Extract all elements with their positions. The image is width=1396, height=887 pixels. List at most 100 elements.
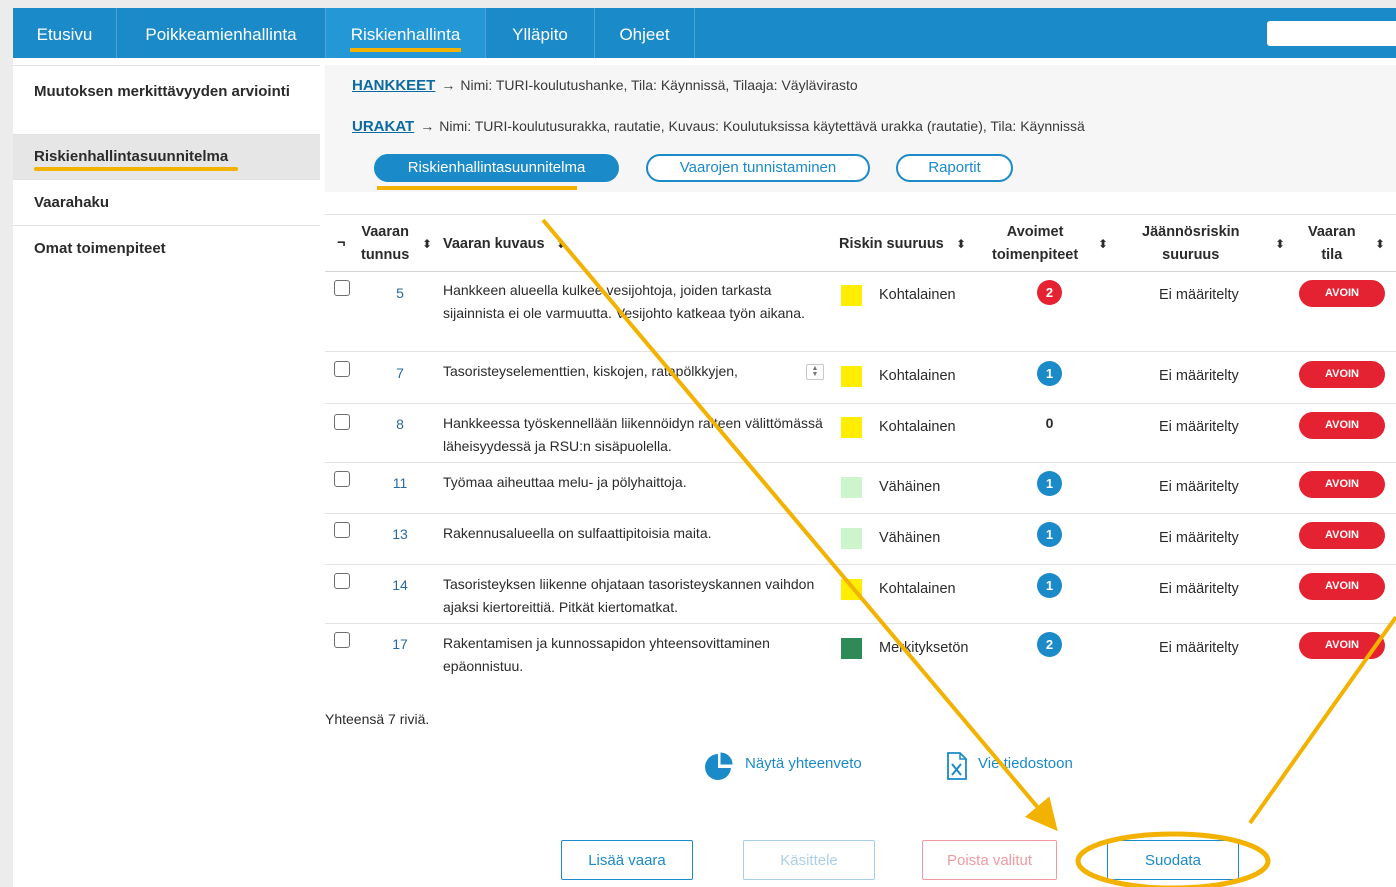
hazard-id[interactable]: 17: [385, 636, 415, 652]
row-checkbox[interactable]: [334, 471, 350, 487]
sidebar-item-vaarahaku[interactable]: Vaarahaku: [13, 180, 320, 226]
row-checkbox[interactable]: [334, 414, 350, 430]
status-badge[interactable]: AVOIN: [1299, 280, 1385, 307]
sidebar: Muutoksen merkittävyyden arviointi Riski…: [13, 65, 320, 272]
sidebar-item-muutoksen-merkittavyys[interactable]: Muutoksen merkittävyyden arviointi: [13, 65, 320, 135]
risk-severity: Kohtalainen: [879, 368, 956, 384]
row-checkbox[interactable]: [334, 632, 350, 648]
table-row[interactable]: 17 Rakentamisen ja kunnossapidon yhteens…: [325, 624, 1396, 686]
sort-icon[interactable]: ⬍: [1275, 237, 1285, 251]
show-summary-label: Näytä yhteenveto: [745, 755, 862, 772]
open-actions-badge[interactable]: 1: [1037, 471, 1062, 496]
risk-severity: Kohtalainen: [879, 287, 956, 303]
sort-icon[interactable]: ⬍: [1375, 237, 1385, 251]
table-row[interactable]: 7 Tasoristeyselementtien, kiskojen, rata…: [325, 352, 1396, 404]
hazard-id[interactable]: 5: [385, 285, 415, 301]
hazard-id[interactable]: 13: [385, 526, 415, 542]
resize-spinner[interactable]: ▲ ▼: [806, 364, 824, 380]
sidebar-item-omat-toimenpiteet[interactable]: Omat toimenpiteet: [13, 226, 320, 272]
residual-risk: Ei määritelty: [1159, 287, 1239, 303]
search-input[interactable]: [1267, 21, 1396, 46]
nav-label: Ohjeet: [619, 25, 670, 44]
header-avoimet-toimenpiteet[interactable]: Avoimet toimenpiteet: [992, 221, 1078, 267]
add-hazard-button[interactable]: Lisää vaara: [561, 840, 693, 880]
table-row[interactable]: 11 Työmaa aiheuttaa melu- ja pölyhaittoj…: [325, 463, 1396, 514]
sort-icon[interactable]: ⬍: [556, 237, 566, 251]
header-vaaran-tunnus[interactable]: Vaaran tunnus: [361, 221, 409, 267]
open-actions-badge[interactable]: 1: [1037, 573, 1062, 598]
tab-riskienhallintasuunnitelma[interactable]: Riskienhallintasuunnitelma: [374, 154, 619, 182]
sort-icon[interactable]: ⬍: [956, 237, 966, 251]
hazard-description: Hankkeen alueella kulkee vesijohtoja, jo…: [443, 282, 805, 321]
residual-risk: Ei määritelty: [1159, 479, 1239, 495]
hazard-id[interactable]: 11: [385, 475, 415, 491]
status-badge[interactable]: AVOIN: [1299, 471, 1385, 498]
hazard-id[interactable]: 14: [385, 577, 415, 593]
status-badge[interactable]: AVOIN: [1299, 522, 1385, 549]
status-badge[interactable]: AVOIN: [1299, 632, 1385, 659]
nav-label: Ylläpito: [512, 25, 568, 44]
breadcrumb-urakat: URAKAT → Nimi: TURI-koulutusurakka, rautat…: [352, 118, 1085, 135]
row-checkbox[interactable]: [334, 280, 350, 296]
status-badge[interactable]: AVOIN: [1299, 412, 1385, 439]
nav-poikkeamienhallinta[interactable]: Poikkeamienhallinta: [117, 8, 326, 58]
sidebar-item-label: Riskienhallintasuunnitelma: [34, 148, 229, 165]
row-checkbox[interactable]: [334, 522, 350, 538]
hazard-description: Tasoristeyselementtien, kiskojen, ratapö…: [443, 363, 738, 379]
nav-yllapito[interactable]: Ylläpito: [486, 8, 595, 58]
urakat-link[interactable]: URAKAT: [352, 118, 414, 135]
table-row[interactable]: 14 Tasoristeyksen liikenne ohjataan taso…: [325, 565, 1396, 624]
arrow-right-icon: →: [441, 77, 456, 93]
nav-label: Riskienhallinta: [349, 8, 461, 61]
header-jaannosriskin-suuruus[interactable]: Jäännösriskin suuruus: [1142, 221, 1240, 267]
nav-ohjeet[interactable]: Ohjeet: [595, 8, 695, 58]
header-line: Jäännösriskin: [1142, 224, 1240, 240]
sidebar-item-label: Omat toimenpiteet: [34, 240, 166, 257]
header-riskin-suuruus[interactable]: Riskin suuruus: [839, 233, 944, 256]
open-actions-badge[interactable]: 2: [1037, 280, 1062, 305]
open-actions-badge[interactable]: 1: [1037, 522, 1062, 547]
row-checkbox[interactable]: [334, 361, 350, 377]
residual-risk: Ei määritelty: [1159, 640, 1239, 656]
hazard-description: Tasoristeyksen liikenne ohjataan tasoris…: [443, 576, 815, 615]
sidebar-item-label: Vaarahaku: [34, 194, 110, 211]
table-row[interactable]: 8 Hankkeessa työskennellään liikennöidyn…: [325, 404, 1396, 463]
tab-vaarojen-tunnistaminen[interactable]: Vaarojen tunnistaminen: [646, 154, 870, 182]
header-line: Vaaran: [361, 224, 409, 240]
risk-color-swatch: [841, 285, 862, 306]
sort-icon[interactable]: ⬍: [1098, 237, 1108, 251]
nav-riskienhallinta[interactable]: Riskienhallinta: [326, 8, 486, 58]
tab-raportit[interactable]: Raportit: [896, 154, 1013, 182]
header-vaaran-tila[interactable]: Vaaran tila: [1308, 221, 1356, 267]
open-actions-badge[interactable]: 1: [1037, 361, 1062, 386]
table-row[interactable]: 5 Hankkeen alueella kulkee vesijohtoja, …: [325, 272, 1396, 352]
status-badge[interactable]: AVOIN: [1299, 573, 1385, 600]
header-vaaran-kuvaus[interactable]: Vaaran kuvaus: [443, 233, 545, 256]
context-header: HANKKEET → Nimi: TURI-koulutushanke, Tila:…: [325, 65, 1396, 192]
hazard-id[interactable]: 7: [385, 365, 415, 381]
top-navigation: Etusivu Poikkeamienhallinta Riskienhalli…: [13, 8, 1396, 58]
hankkeet-link[interactable]: HANKKEET: [352, 77, 435, 94]
header-line: Avoimet: [1006, 224, 1064, 240]
open-actions-count: 0: [1045, 415, 1054, 431]
sort-icon[interactable]: ⬍: [422, 237, 432, 251]
open-actions-badge[interactable]: 2: [1037, 632, 1062, 657]
urakka-info: Nimi: TURI-koulutusurakka, rautatie, Kuv…: [439, 118, 1085, 134]
sidebar-item-riskienhallintasuunnitelma[interactable]: Riskienhallintasuunnitelma: [13, 135, 320, 180]
hazard-description: Rakentamisen ja kunnossapidon yhteensovi…: [443, 635, 770, 674]
nav-etusivu[interactable]: Etusivu: [13, 8, 117, 58]
row-checkbox[interactable]: [334, 573, 350, 589]
hankke-info: Nimi: TURI-koulutushanke, Tila: Käynniss…: [460, 77, 858, 93]
hazard-id[interactable]: 8: [385, 416, 415, 432]
delete-selected-button[interactable]: Poista valitut: [922, 840, 1057, 880]
header-line: tila: [1321, 247, 1343, 263]
select-all-toggle[interactable]: ¬: [337, 232, 345, 255]
status-badge[interactable]: AVOIN: [1299, 361, 1385, 388]
filter-button[interactable]: Suodata: [1107, 840, 1239, 880]
export-to-file-link[interactable]: Vie tiedostoon: [946, 752, 1096, 782]
header-line: toimenpiteet: [992, 247, 1079, 263]
table-row[interactable]: 13 Rakennusalueella on sulfaattipitoisia…: [325, 514, 1396, 565]
show-summary-link[interactable]: Näytä yhteenveto: [704, 752, 874, 782]
pie-chart-icon: [705, 752, 733, 780]
handle-button[interactable]: Käsittele: [743, 840, 875, 880]
